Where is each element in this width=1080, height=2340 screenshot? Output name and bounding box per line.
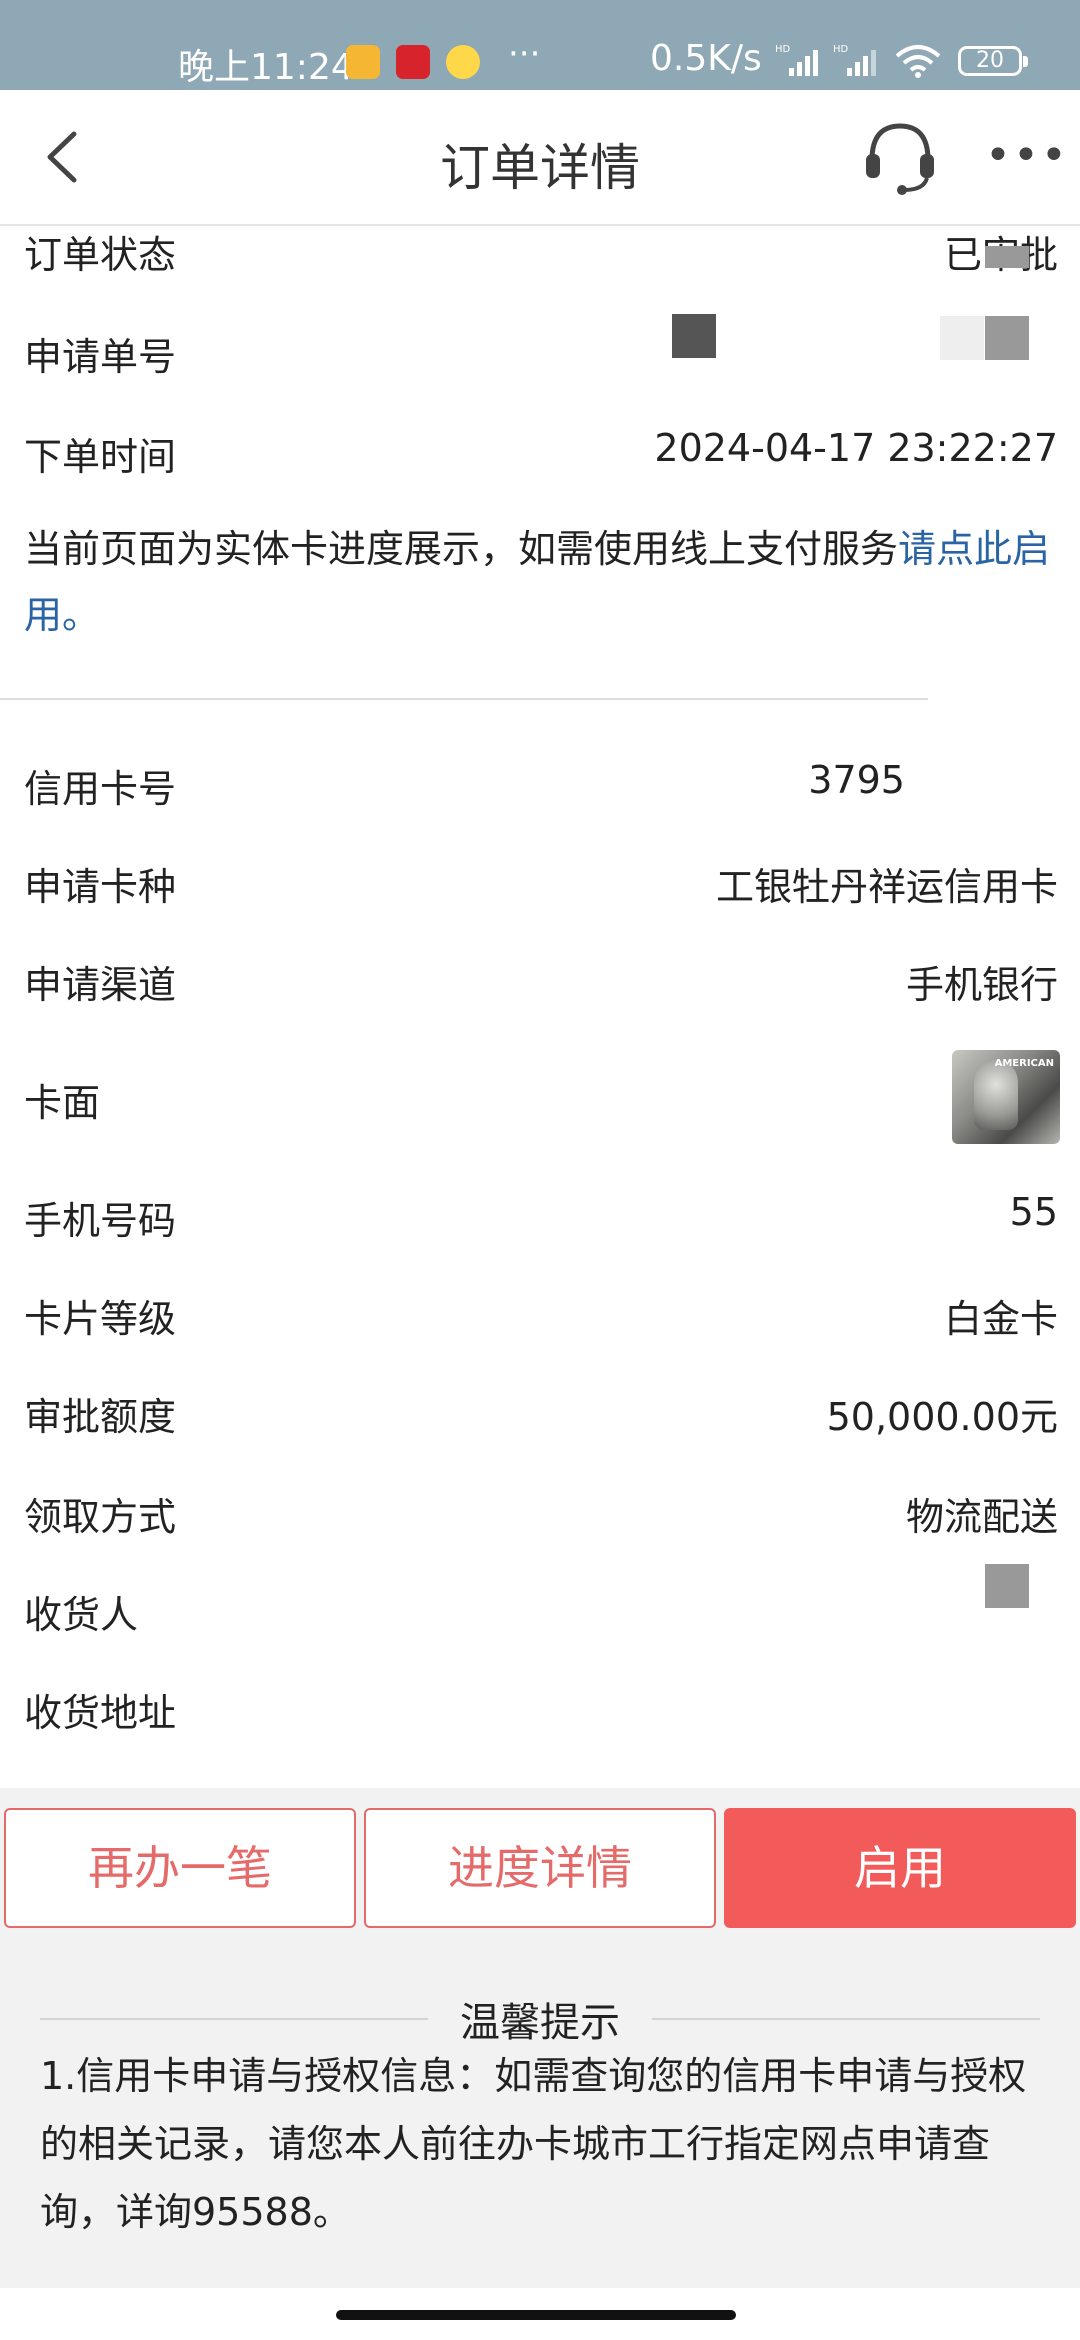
card-portrait-graphic <box>974 1060 1018 1130</box>
tips-section: 温馨提示 1.信用卡申请与授权信息：如需查询您的信用卡申请与授权的相关记录，请您… <box>0 1938 1080 2288</box>
game-app-icon <box>446 45 480 79</box>
home-indicator[interactable] <box>336 2310 736 2320</box>
channel-row: 申请渠道 手机银行 <box>0 940 1080 1020</box>
card-face-image: AMERICAN <box>952 1050 1060 1144</box>
progress-detail-button[interactable]: 进度详情 <box>364 1808 716 1928</box>
credit-limit-label: 审批额度 <box>24 1395 177 1439</box>
tips-line-right <box>652 2018 1040 2020</box>
notice-text: 当前页面为实体卡进度展示，如需使用线上支付服务请点此启用。 <box>24 516 1064 648</box>
application-no-mosaic <box>940 316 984 360</box>
action-bar: 再办一笔 进度详情 启用 <box>0 1788 1080 1938</box>
section-divider <box>0 698 928 700</box>
card-level-row: 卡片等级 白金卡 <box>0 1274 1080 1354</box>
order-status-row: 订单状态 已审批 <box>0 226 1080 306</box>
message-app-icon <box>346 45 380 79</box>
network-speed: 0.5K/s <box>650 38 762 79</box>
card-no-label: 信用卡号 <box>24 767 177 811</box>
battery-icon: 20 <box>958 46 1028 76</box>
svg-text:HD: HD <box>775 44 791 55</box>
more-menu-icon[interactable]: ••• <box>985 130 1067 181</box>
application-no-label: 申请单号 <box>24 335 177 379</box>
address-label: 收货地址 <box>24 1691 177 1735</box>
status-mosaic <box>985 246 1029 268</box>
card-type-row: 申请卡种 工银牡丹祥运信用卡 <box>0 842 1080 922</box>
card-no-value: 3795 <box>808 758 905 802</box>
card-level-value: 白金卡 <box>943 1297 1058 1341</box>
shopping-app-icon <box>396 45 430 79</box>
order-time-value: 2024-04-17 23:22:27 <box>654 426 1058 470</box>
card-no-row: 信用卡号 3795 <box>0 744 1080 824</box>
wifi-icon <box>895 45 941 78</box>
address-row: 收货地址 <box>0 1668 1080 1748</box>
receiver-row: 收货人 <box>0 1564 1080 1650</box>
card-face-row: 卡面 <box>0 1058 1080 1138</box>
card-type-label: 申请卡种 <box>24 865 177 909</box>
receiver-mosaic <box>985 1564 1029 1608</box>
svg-text:HD: HD <box>833 44 849 55</box>
status-bar: 晚上11:24 ··· 0.5K/s HD HD 20 <box>0 0 1080 90</box>
delivery-value: 物流配送 <box>905 1495 1058 1539</box>
card-type-value: 工银牡丹祥运信用卡 <box>715 865 1058 909</box>
signal-icon-2: HD <box>833 44 876 76</box>
more-notifications-icon: ··· <box>508 34 541 74</box>
card-face-label: 卡面 <box>24 1081 101 1125</box>
delivery-row: 领取方式 物流配送 <box>0 1472 1080 1552</box>
credit-limit-row: 审批额度 50,000.00元 <box>0 1372 1080 1452</box>
phone-label: 手机号码 <box>24 1199 177 1243</box>
customer-service-icon[interactable] <box>862 116 938 200</box>
notice-body: 当前页面为实体卡进度展示，如需使用线上支付服务 <box>24 527 899 571</box>
delivery-label: 领取方式 <box>24 1495 177 1539</box>
status-time: 晚上11:24 <box>178 47 354 88</box>
card-brand-text: AMERICAN <box>994 1058 1054 1069</box>
notice-end: 。 <box>62 593 101 637</box>
phone-value: 55 <box>1009 1190 1058 1234</box>
application-no-row: 申请单号 <box>0 312 1080 392</box>
order-time-label: 下单时间 <box>24 435 177 479</box>
order-time-row: 下单时间 2024-04-17 23:22:27 <box>0 412 1080 492</box>
nav-header: 订单详情 ••• <box>0 90 1080 226</box>
receiver-label: 收货人 <box>24 1593 139 1637</box>
application-no-mosaic <box>985 316 1029 360</box>
credit-limit-value: 50,000.00元 <box>826 1395 1058 1439</box>
tips-text: 1.信用卡申请与授权信息：如需查询您的信用卡申请与授权的相关记录，请您本人前往办… <box>40 2054 1027 2234</box>
channel-label: 申请渠道 <box>24 963 177 1007</box>
apply-again-button[interactable]: 再办一笔 <box>4 1808 356 1928</box>
card-level-label: 卡片等级 <box>24 1297 177 1341</box>
activate-button[interactable]: 启用 <box>724 1808 1076 1928</box>
order-status-label: 订单状态 <box>24 233 177 277</box>
channel-value: 手机银行 <box>905 963 1058 1007</box>
phone-row: 手机号码 55 <box>0 1176 1080 1256</box>
application-no-mosaic <box>672 314 716 358</box>
signal-icon-1: HD <box>775 44 818 76</box>
